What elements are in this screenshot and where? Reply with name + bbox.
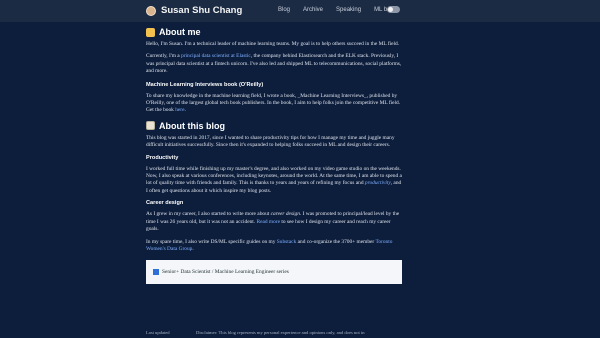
career-heading: Career design — [146, 200, 184, 207]
main-content: About me Hello, I'm Susan. I'm a technic… — [146, 26, 402, 285]
brand[interactable]: Susan Shu Chang — [146, 4, 242, 17]
footer: Last updated Disclaimer: This blog repre… — [146, 330, 446, 335]
waving-hand-icon — [146, 27, 155, 37]
blog-intro: This blog was started in 2017, since I w… — [146, 134, 395, 149]
productivity-heading: Productivity — [146, 154, 179, 161]
series-card[interactable]: Senior+ Data Scientist / Machine Learnin… — [146, 260, 402, 285]
text: and co-organize the 3700+ member — [296, 238, 376, 245]
series-icon — [153, 269, 159, 276]
site-title[interactable]: Susan Shu Chang — [161, 4, 242, 17]
nav-link-archive[interactable]: Archive — [303, 6, 323, 15]
text: In my spare time, I also write DS/ML spe… — [146, 238, 277, 245]
theme-toggle[interactable] — [387, 6, 400, 13]
career-design-emphasis: career design — [270, 211, 300, 218]
productivity-paragraph: I worked full time while finishing up my… — [146, 166, 402, 196]
text: As I grew in my career, I also started t… — [146, 211, 271, 218]
read-more-link[interactable]: Read more — [256, 219, 280, 225]
text: Currently, I'm a — [146, 53, 182, 60]
series-card-text[interactable]: Senior+ Data Scientist / Machine Learnin… — [162, 269, 289, 276]
book-heading: Machine Learning Interviews book (O'Reil… — [146, 81, 264, 88]
blog-heading: About this blog — [146, 120, 402, 132]
about-heading: About me — [146, 26, 402, 38]
text: . — [184, 107, 186, 114]
substack-link[interactable]: Substack — [277, 239, 296, 245]
nav-link-blog[interactable]: Blog — [278, 6, 290, 15]
book-paragraph: To share my knowledge in the machine lea… — [146, 93, 402, 115]
productivity-link[interactable]: productivity — [365, 180, 391, 186]
book-icon — [146, 121, 155, 131]
avatar — [146, 5, 156, 16]
spare-time-paragraph: In my spare time, I also write DS/ML spe… — [146, 239, 402, 254]
about-intro: Hello, I'm Susan. I'm a technical leader… — [146, 41, 400, 47]
career-paragraph: As I grew in my career, I also started t… — [146, 211, 402, 233]
elastic-link[interactable]: principal data scientist at Elastic — [181, 53, 251, 59]
nav-link-speaking[interactable]: Speaking — [336, 6, 361, 15]
last-updated: Last updated — [146, 330, 170, 335]
about-title: About me — [159, 27, 201, 37]
toggle-knob — [388, 7, 393, 12]
disclaimer: Disclaimer: This blog represents my pers… — [196, 330, 365, 335]
top-navbar: Susan Shu Chang Blog Archive Speaking ML… — [0, 0, 600, 22]
blog-title: About this blog — [159, 120, 225, 131]
text: I worked full time while finishing up my… — [146, 165, 402, 187]
text: . — [192, 245, 194, 252]
about-current: Currently, I'm a principal data scientis… — [146, 53, 402, 75]
